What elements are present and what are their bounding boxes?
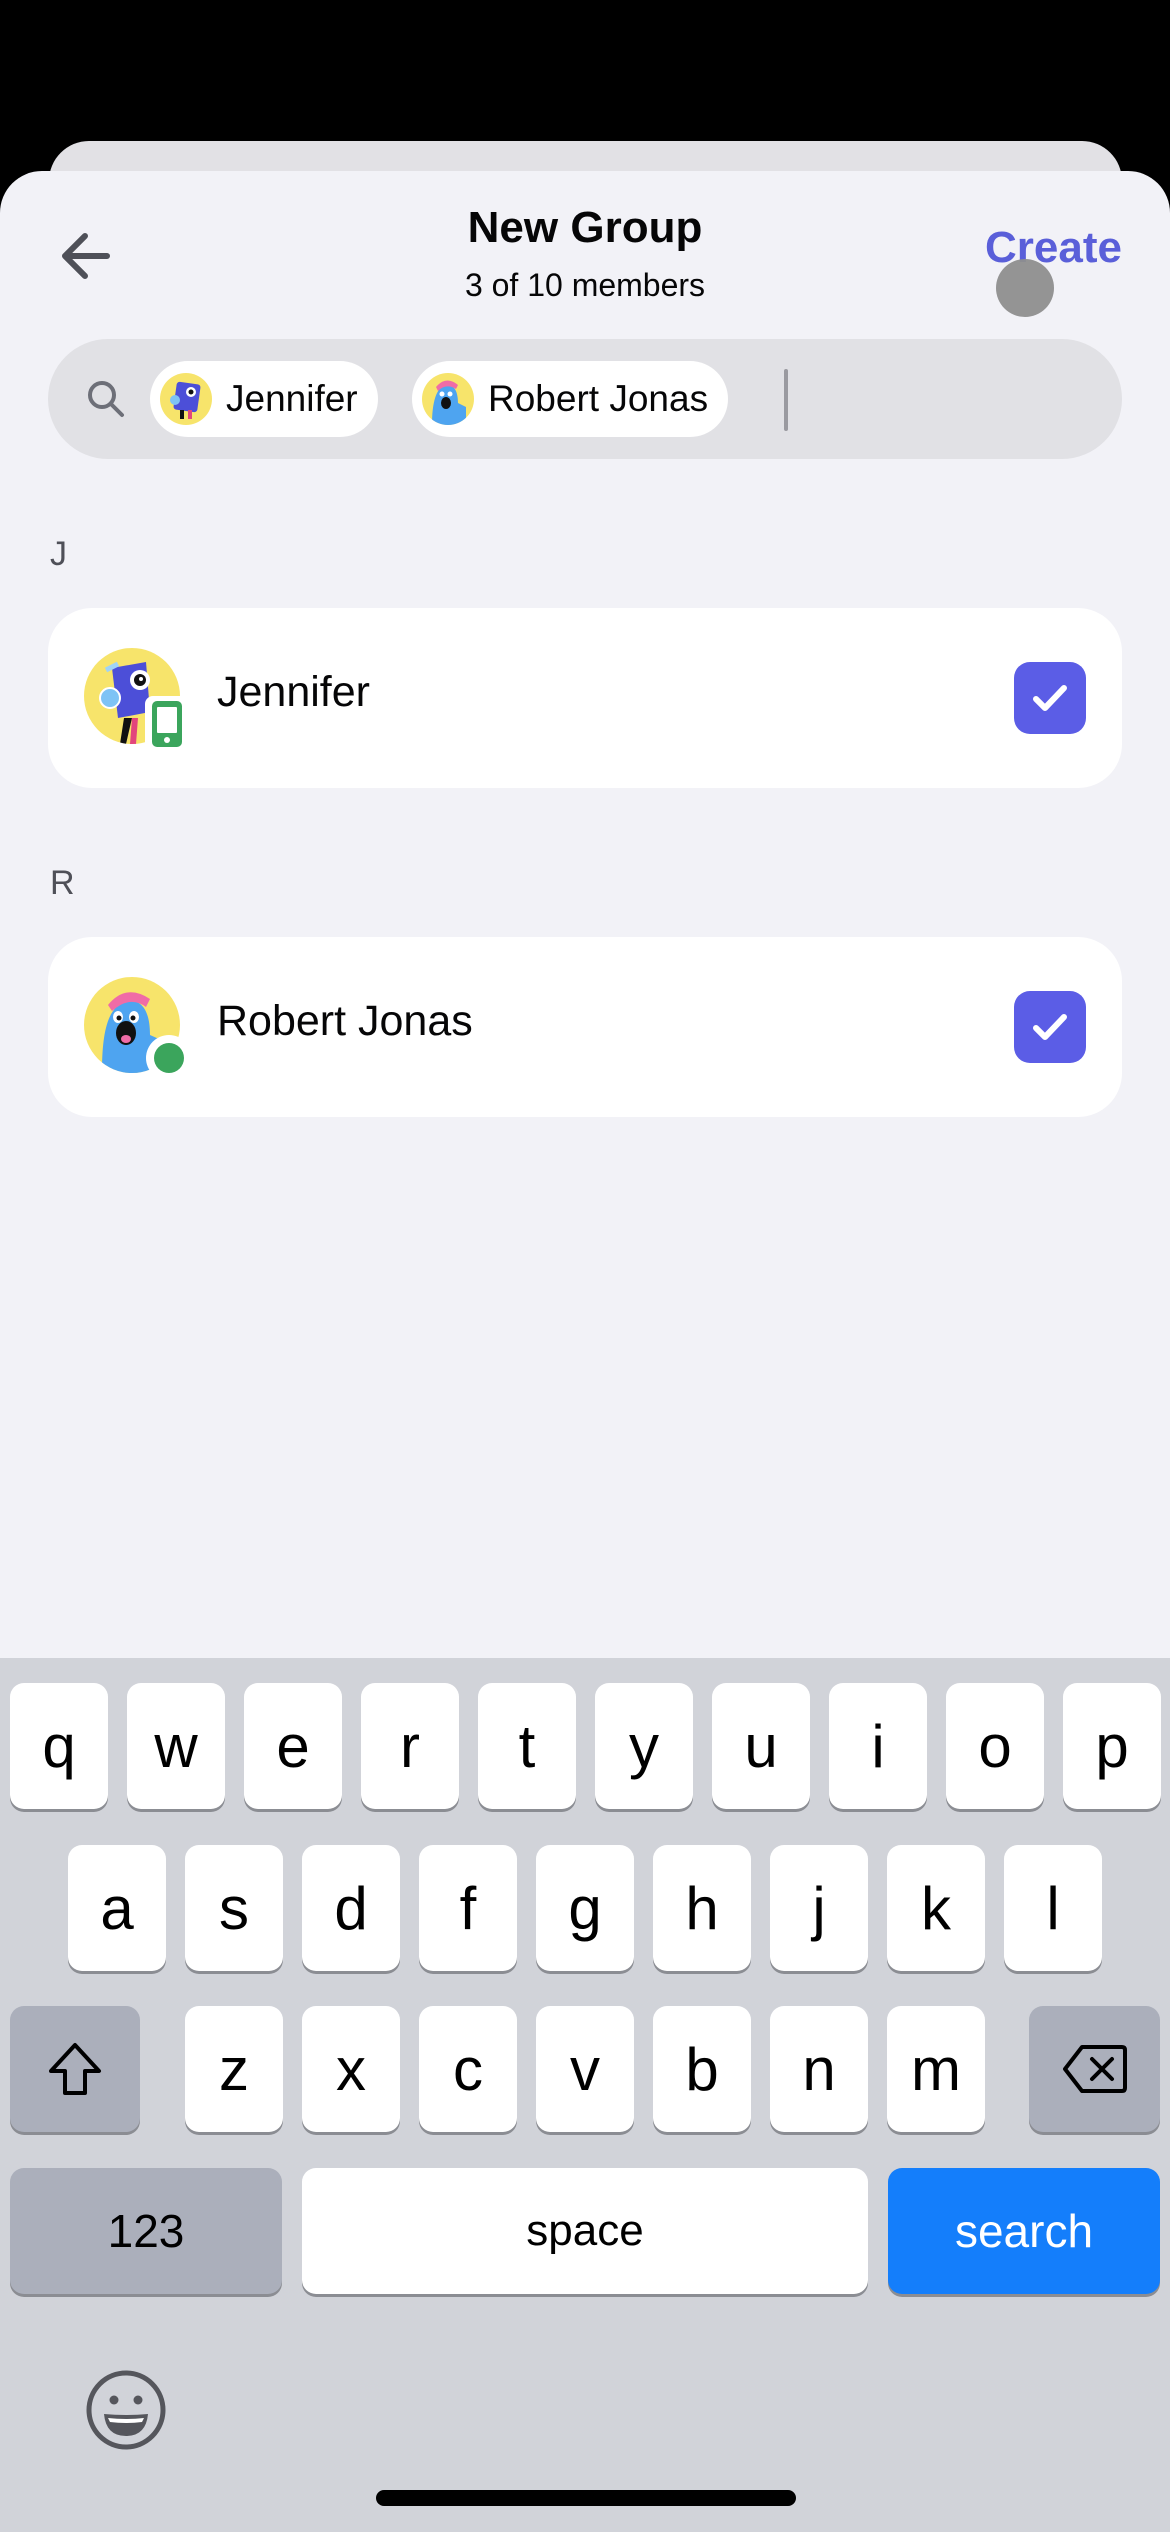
key-d[interactable]: d <box>302 1845 400 1971</box>
key-g[interactable]: g <box>536 1845 634 1971</box>
key-e[interactable]: e <box>244 1683 342 1809</box>
member-checkbox[interactable] <box>1014 991 1086 1063</box>
search-key[interactable]: search <box>888 2168 1160 2294</box>
section-header-j: J <box>50 535 67 573</box>
emoji-icon[interactable] <box>84 2368 168 2452</box>
key-z[interactable]: z <box>185 2006 283 2132</box>
space-key[interactable]: space <box>302 2168 868 2294</box>
member-name: Jennifer <box>217 668 370 716</box>
member-checkbox[interactable] <box>1014 662 1086 734</box>
online-status-indicator <box>146 1035 192 1081</box>
chip-label: Jennifer <box>226 378 358 419</box>
key-n[interactable]: n <box>770 2006 868 2132</box>
shift-key[interactable] <box>10 2006 140 2132</box>
search-icon <box>88 381 124 417</box>
key-r[interactable]: r <box>361 1683 459 1809</box>
key-v[interactable]: v <box>536 2006 634 2132</box>
section-header-r: R <box>50 864 75 902</box>
selected-chip-robert-jonas[interactable]: Robert Jonas <box>412 361 729 437</box>
touch-indicator <box>996 259 1054 317</box>
shift-icon <box>49 2043 101 2095</box>
key-o[interactable]: o <box>946 1683 1044 1809</box>
checkmark-icon <box>1033 685 1067 711</box>
key-x[interactable]: x <box>302 2006 400 2132</box>
key-s[interactable]: s <box>185 1845 283 1971</box>
chip-avatar <box>422 373 474 425</box>
key-m[interactable]: m <box>887 2006 985 2132</box>
key-h[interactable]: h <box>653 1845 751 1971</box>
member-name: Robert Jonas <box>217 997 473 1045</box>
key-f[interactable]: f <box>419 1845 517 1971</box>
key-y[interactable]: y <box>595 1683 693 1809</box>
chip-label: Robert Jonas <box>488 378 709 419</box>
key-i[interactable]: i <box>829 1683 927 1809</box>
chip-avatar <box>160 373 212 425</box>
member-row-jennifer[interactable]: Jennifer <box>48 608 1122 788</box>
selected-chip-jennifer[interactable]: Jennifer <box>150 361 378 437</box>
key-u[interactable]: u <box>712 1683 810 1809</box>
delete-key[interactable] <box>1029 2006 1160 2132</box>
search-input[interactable]: Jennifer Robert Jonas <box>48 339 1122 459</box>
key-t[interactable]: t <box>478 1683 576 1809</box>
key-a[interactable]: a <box>68 1845 166 1971</box>
key-j[interactable]: j <box>770 1845 868 1971</box>
key-b[interactable]: b <box>653 2006 751 2132</box>
member-row-robert-jonas[interactable]: Robert Jonas <box>48 937 1122 1117</box>
numbers-key[interactable]: 123 <box>10 2168 282 2294</box>
home-indicator <box>376 2490 796 2506</box>
checkmark-icon <box>1033 1014 1067 1040</box>
backspace-icon <box>1062 2045 1127 2093</box>
key-c[interactable]: c <box>419 2006 517 2132</box>
key-w[interactable]: w <box>127 1683 225 1809</box>
text-cursor <box>784 369 788 431</box>
key-l[interactable]: l <box>1004 1845 1102 1971</box>
key-q[interactable]: q <box>10 1683 108 1809</box>
mobile-status-icon <box>145 696 189 752</box>
key-k[interactable]: k <box>887 1845 985 1971</box>
key-p[interactable]: p <box>1063 1683 1161 1809</box>
